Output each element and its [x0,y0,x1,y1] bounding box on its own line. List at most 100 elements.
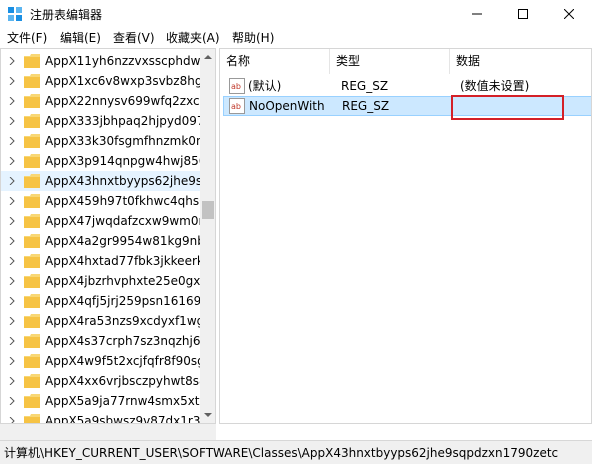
chevron-right-icon[interactable] [8,157,16,165]
value-type: REG_SZ [341,79,389,93]
close-button[interactable] [546,0,592,28]
menu-view[interactable]: 查看(V) [113,30,155,47]
folder-icon [24,194,40,208]
tree-item[interactable]: AppX4w9f5t2xcjfqfr8f90sg [1,351,205,371]
tree-item-label: AppX11yh6nzzvxsscphdw5 [45,54,209,68]
folder-icon [24,314,40,328]
tree-item[interactable]: AppX4qfj5jrj259psn161698 [1,291,209,311]
tree-item-label: AppX33k30fsgmfhnzmk0nv [45,134,211,148]
chevron-right-icon[interactable] [8,337,16,345]
key-tree[interactable]: AppX11yh6nzzvxsscphdw5 AppX1xc6v8wxp3svb… [0,48,216,424]
folder-icon [24,274,40,288]
tree-item[interactable]: AppX11yh6nzzvxsscphdw5 [1,51,208,71]
column-header-name[interactable]: 名称 [220,49,330,74]
chevron-right-icon[interactable] [8,97,16,105]
tree-item[interactable]: AppX5a9ja77rnw4smx5xter [1,391,212,411]
chevron-right-icon[interactable] [8,117,16,125]
tree-item[interactable]: AppX333jbhpaq2hjpyd097 [1,111,205,131]
maximize-icon [518,9,528,19]
tree-item[interactable]: AppX47jwqdafzcxw9wm0m [1,211,210,231]
tree-item[interactable]: AppX4jbzrhvphxte25e0gxh [1,271,208,291]
chevron-right-icon[interactable] [8,137,16,145]
tree-vertical-scrollbar[interactable] [200,49,215,423]
folder-icon [24,214,40,228]
registry-editor-icon [8,7,22,21]
menu-file[interactable]: 文件(F) [7,30,47,47]
chevron-right-icon[interactable] [8,57,16,65]
chevron-right-icon[interactable] [8,417,16,424]
tree-item[interactable]: AppX3p914qnpgw4hwj856 [1,151,206,171]
tree-item[interactable]: AppX4a2gr9954w81kg9nb [1,231,205,251]
menu-bar: 文件(F) 编辑(E) 查看(V) 收藏夹(A) 帮助(H) [0,28,592,48]
string-value-icon: ab [229,98,245,114]
scroll-up-icon[interactable] [204,53,212,61]
chevron-right-icon[interactable] [8,397,16,405]
column-header-data[interactable]: 数据 [450,49,591,74]
value-type: REG_SZ [342,99,390,113]
folder-icon [24,294,40,308]
chevron-right-icon[interactable] [8,377,16,385]
tree-item-label: AppX4ra53nzs9xcdyxf1wgc [45,314,211,328]
tree-item-label: AppX5a9sbwsz9v87dx1r3q [45,414,209,424]
folder-icon [24,114,40,128]
minimize-icon [472,13,482,15]
chevron-right-icon[interactable] [8,237,16,245]
menu-help[interactable]: 帮助(H) [232,30,274,47]
chevron-right-icon[interactable] [8,317,16,325]
tree-item-label: AppX5a9ja77rnw4smx5xter [45,394,212,408]
tree-item-label: AppX47jwqdafzcxw9wm0m [45,214,211,228]
chevron-right-icon[interactable] [8,257,16,265]
tree-item-label: AppX4s37crph7sz3nqzhj65 [45,334,209,348]
title-bar: 注册表编辑器 [0,0,592,28]
folder-icon [24,94,40,108]
chevron-right-icon[interactable] [8,177,16,185]
folder-icon [24,234,40,248]
tree-item-label: AppX4a2gr9954w81kg9nb [45,234,205,248]
value-name: (默认) [248,79,282,93]
tree-item[interactable]: AppX22nnysv699wfq2zxc7 [1,91,207,111]
folder-icon [24,154,40,168]
tree-item[interactable]: AppX4s37crph7sz3nqzhj65 [1,331,208,351]
scrollbar-thumb[interactable] [202,201,214,219]
column-header-type[interactable]: 类型 [330,49,450,74]
folder-icon [24,254,40,268]
tree-item-label: AppX1xc6v8wxp3svbz8hgc [45,74,210,88]
chevron-right-icon[interactable] [8,357,16,365]
value-data: (数值未设置) [460,79,530,93]
tree-item-label: AppX4jbzrhvphxte25e0gxh [45,274,209,288]
tree-horizontal-scrollbar[interactable] [0,424,216,440]
tree-item[interactable]: AppX5a9sbwsz9v87dx1r3q [1,411,208,424]
tree-item[interactable]: AppX4ra53nzs9xcdyxf1wgc [1,311,211,331]
menu-edit[interactable]: 编辑(E) [60,30,101,47]
value-list[interactable]: 名称 类型 数据 ab (默认) REG_SZ (数值未设置) ab NoOpe… [219,48,592,424]
minimize-button[interactable] [454,0,500,28]
chevron-right-icon[interactable] [8,197,16,205]
tree-item[interactable]: AppX4xx6vrjbsczpyhwt8s8 [1,371,207,391]
value-name: NoOpenWith [249,99,325,113]
tree-item-label: AppX3p914qnpgw4hwj856 [45,154,207,168]
tree-item[interactable]: AppX33k30fsgmfhnzmk0nv [1,131,211,151]
string-value-icon: ab [229,78,245,94]
menu-favorites[interactable]: 收藏夹(A) [166,30,220,47]
tree-item[interactable]: AppX4hxtad77fbk3jkkeerk [1,251,204,271]
maximize-button[interactable] [500,0,546,28]
value-row[interactable]: ab (默认) REG_SZ (数值未设置) [223,76,591,96]
tree-item[interactable]: AppX1xc6v8wxp3svbz8hgc [1,71,209,91]
folder-icon [24,414,40,423]
tree-item-selected[interactable]: AppX43hnxtbyyps62jhe9sq [1,171,210,191]
tree-item-label: AppX459h97t0fkhwc4qhs0 [45,194,207,208]
chevron-right-icon[interactable] [8,217,16,225]
chevron-right-icon[interactable] [8,77,16,85]
tree-item-label: AppX4xx6vrjbsczpyhwt8s8 [45,374,207,388]
tree-item-label: AppX4qfj5jrj259psn161698 [45,294,209,308]
svg-text:ab: ab [231,102,241,111]
tree-item[interactable]: AppX459h97t0fkhwc4qhs0 [1,191,207,211]
scroll-down-icon[interactable] [204,411,212,419]
tree-item-label: AppX4w9f5t2xcjfqfr8f90sg [45,354,205,368]
chevron-right-icon[interactable] [8,297,16,305]
chevron-right-icon[interactable] [8,277,16,285]
highlight-annotation-box [451,95,564,120]
close-icon [564,9,574,19]
tree-item-label: AppX43hnxtbyyps62jhe9sq [45,174,210,188]
tree-item-label: AppX22nnysv699wfq2zxc7 [45,94,208,108]
